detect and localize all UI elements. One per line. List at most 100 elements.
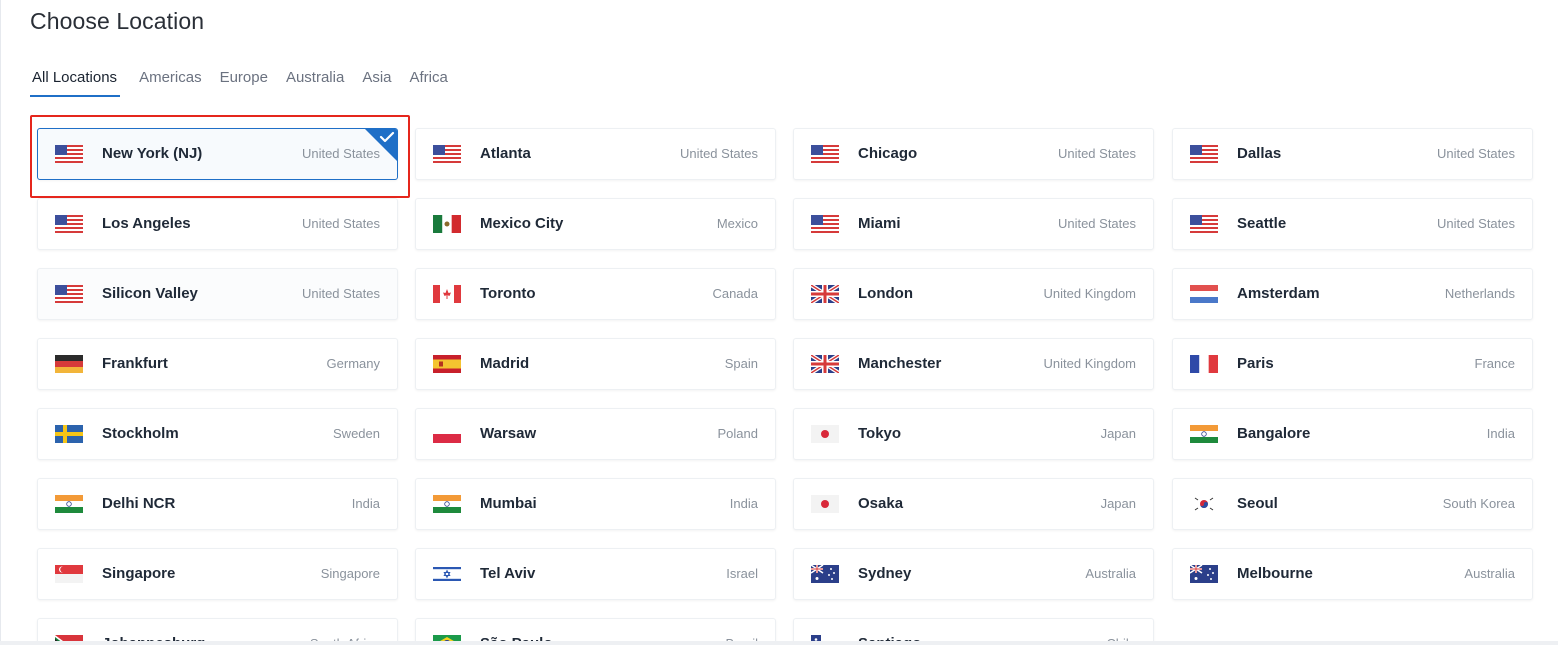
location-card-madrid[interactable]: Madrid Spain (415, 338, 776, 390)
location-city-name: Miami (858, 215, 901, 232)
location-country-name: Spain (724, 356, 758, 371)
location-country-name: France (1474, 356, 1515, 371)
jp-flag-icon (811, 495, 839, 513)
location-card-singapore[interactable]: Singapore Singapore (37, 548, 398, 600)
location-card-sydney[interactable]: Sydney Australia (793, 548, 1154, 600)
location-card-toronto[interactable]: Toronto Canada (415, 268, 776, 320)
location-country-name: United States (301, 286, 380, 301)
gb-flag-icon (811, 355, 839, 373)
location-card-mumbai[interactable]: Mumbai India (415, 478, 776, 530)
us-flag-icon (433, 145, 461, 163)
in-flag-icon (433, 495, 461, 513)
location-card-mexico-city[interactable]: Mexico City Mexico (415, 198, 776, 250)
location-card-tel-aviv[interactable]: Tel Aviv Israel (415, 548, 776, 600)
location-city-name: Toronto (480, 285, 536, 302)
location-city-name: Atlanta (480, 145, 531, 162)
location-card-melbourne[interactable]: Melbourne Australia (1172, 548, 1533, 600)
in-flag-icon (1190, 425, 1218, 443)
tab-all-locations[interactable]: All Locations (30, 66, 121, 97)
jp-flag-icon (811, 425, 839, 443)
de-flag-icon (55, 355, 83, 373)
location-country-name: Netherlands (1444, 286, 1515, 301)
location-card-chicago[interactable]: Chicago United States (793, 128, 1154, 180)
location-country-name: Japan (1100, 496, 1136, 511)
location-card-paris[interactable]: Paris France (1172, 338, 1533, 390)
location-country-name: India (729, 496, 758, 511)
location-card-osaka[interactable]: Osaka Japan (793, 478, 1154, 530)
tab-americas[interactable]: Americas (139, 66, 202, 97)
location-country-name: United States (679, 146, 758, 161)
selected-checkmark-icon (364, 129, 397, 162)
tab-australia[interactable]: Australia (286, 66, 344, 97)
location-city-name: Silicon Valley (102, 285, 198, 302)
mx-flag-icon (433, 215, 461, 233)
location-country-name: Mexico (716, 216, 758, 231)
location-country-name: Japan (1100, 426, 1136, 441)
au-flag-icon (1190, 565, 1218, 583)
location-card-seattle[interactable]: Seattle United States (1172, 198, 1533, 250)
us-flag-icon (1190, 145, 1218, 163)
location-country-name: Sweden (333, 426, 380, 441)
location-country-name: Australia (1085, 566, 1136, 581)
il-flag-icon (433, 565, 461, 583)
location-card-los-angeles[interactable]: Los Angeles United States (37, 198, 398, 250)
location-city-name: Paris (1237, 355, 1274, 372)
location-card-tokyo[interactable]: Tokyo Japan (793, 408, 1154, 460)
location-card-amsterdam[interactable]: Amsterdam Netherlands (1172, 268, 1533, 320)
sg-flag-icon (55, 565, 83, 583)
location-country-name: United States (1436, 146, 1515, 161)
es-flag-icon (433, 355, 461, 373)
location-card-manchester[interactable]: Manchester United Kingdom (793, 338, 1154, 390)
location-country-name: Canada (712, 286, 758, 301)
tab-europe[interactable]: Europe (220, 66, 268, 97)
location-city-name: Chicago (858, 145, 918, 162)
nl-flag-icon (1190, 285, 1218, 303)
page-left-border (0, 0, 1, 645)
location-city-name: Seattle (1237, 215, 1287, 232)
location-country-name: Australia (1464, 566, 1515, 581)
us-flag-icon (811, 145, 839, 163)
location-city-name: Frankfurt (102, 355, 168, 372)
in-flag-icon (55, 495, 83, 513)
ca-flag-icon (433, 285, 461, 303)
location-card-delhi-ncr[interactable]: Delhi NCR India (37, 478, 398, 530)
location-city-name: Manchester (858, 355, 942, 372)
location-card-frankfurt[interactable]: Frankfurt Germany (37, 338, 398, 390)
location-city-name: Dallas (1237, 145, 1282, 162)
us-flag-icon (811, 215, 839, 233)
us-flag-icon (55, 285, 83, 303)
location-city-name: Osaka (858, 495, 904, 512)
au-flag-icon (811, 565, 839, 583)
location-country-name: United Kingdom (1043, 286, 1137, 301)
gb-flag-icon (811, 285, 839, 303)
location-city-name: Sydney (858, 565, 912, 582)
location-card-miami[interactable]: Miami United States (793, 198, 1154, 250)
location-city-name: New York (NJ) (102, 145, 203, 162)
location-card-silicon-valley[interactable]: Silicon Valley United States (37, 268, 398, 320)
location-card-bangalore[interactable]: Bangalore India (1172, 408, 1533, 460)
location-card-new-york-nj[interactable]: New York (NJ) United States (37, 128, 398, 180)
location-card-seoul[interactable]: Seoul South Korea (1172, 478, 1533, 530)
location-city-name: Delhi NCR (102, 495, 176, 512)
tab-asia[interactable]: Asia (362, 66, 391, 97)
fr-flag-icon (1190, 355, 1218, 373)
location-card-london[interactable]: London United Kingdom (793, 268, 1154, 320)
location-city-name: London (858, 285, 913, 302)
location-card-atlanta[interactable]: Atlanta United States (415, 128, 776, 180)
location-country-name: Israel (726, 566, 758, 581)
location-country-name: United Kingdom (1043, 356, 1137, 371)
us-flag-icon (55, 215, 83, 233)
location-country-name: South Korea (1442, 496, 1515, 511)
location-city-name: Stockholm (102, 425, 179, 442)
pl-flag-icon (433, 425, 461, 443)
location-card-stockholm[interactable]: Stockholm Sweden (37, 408, 398, 460)
location-country-name: United States (301, 216, 380, 231)
location-city-name: Bangalore (1237, 425, 1311, 442)
location-city-name: Warsaw (480, 425, 537, 442)
location-country-name: India (1486, 426, 1515, 441)
location-card-warsaw[interactable]: Warsaw Poland (415, 408, 776, 460)
location-card-dallas[interactable]: Dallas United States (1172, 128, 1533, 180)
location-country-name: Germany (326, 356, 380, 371)
tab-africa[interactable]: Africa (410, 66, 448, 97)
location-city-name: Seoul (1237, 495, 1278, 512)
